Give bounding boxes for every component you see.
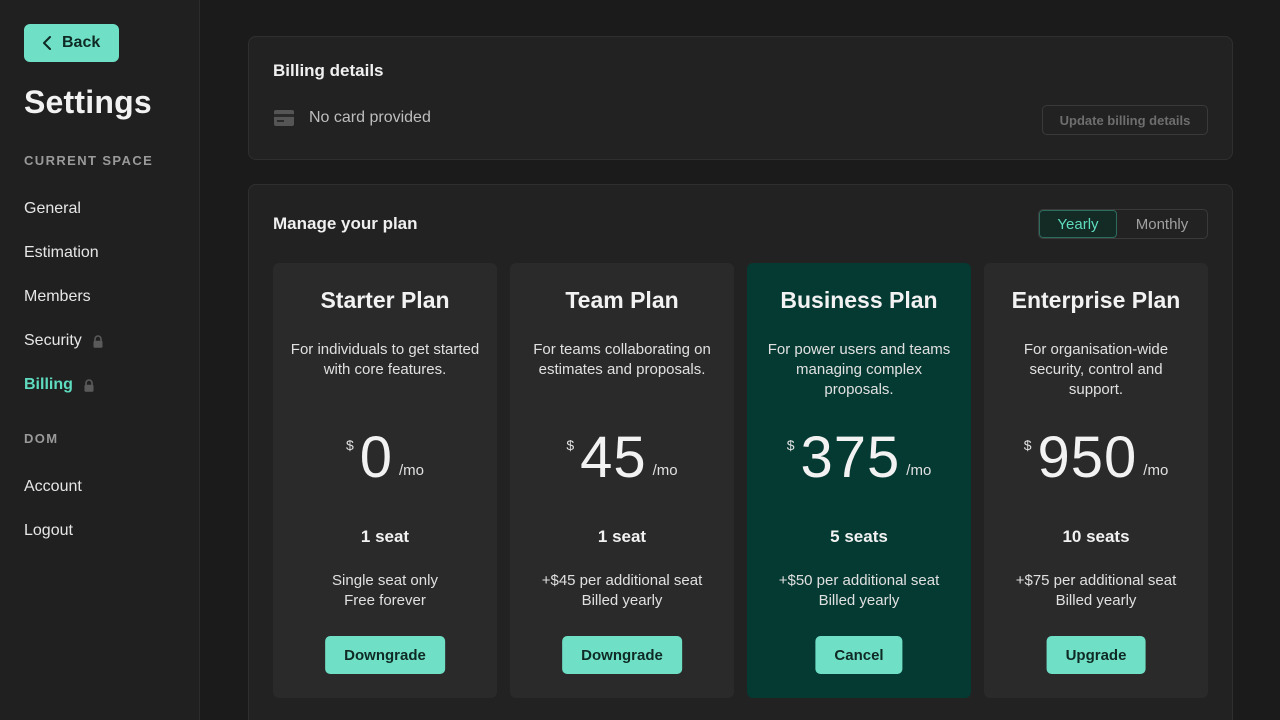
plan-seats: 5 seats (830, 527, 888, 546)
monthly-toggle[interactable]: Monthly (1117, 210, 1207, 238)
plan-description: For individuals to get started with core… (290, 341, 480, 378)
plan-note-line: Single seat only (332, 572, 438, 589)
plan-list: Starter Plan For individuals to get star… (273, 263, 1208, 698)
billing-details-card: Billing details No card provided Update … (248, 36, 1233, 160)
plan-note: +$50 per additional seat Billed yearly (747, 571, 971, 611)
credit-card-icon (274, 110, 294, 126)
sidebar-item-general[interactable]: General (24, 187, 199, 231)
manage-plan-card: Manage your plan Yearly Monthly Starter … (248, 184, 1233, 720)
price-currency: $ (345, 437, 354, 453)
sidebar-item-label: Logout (24, 522, 73, 539)
sidebar-nav: General Estimation Members Security Bill… (24, 187, 199, 407)
plan-description: For teams collaborating on estimates and… (533, 341, 711, 378)
sidebar-item-label: Estimation (24, 244, 99, 261)
update-billing-button[interactable]: Update billing details (1042, 105, 1208, 135)
plan-note-line: Free forever (344, 592, 426, 609)
lock-icon (84, 378, 94, 392)
plan-name: Starter Plan (320, 287, 450, 313)
plan-name: Business Plan (780, 287, 938, 313)
price-amount: 375 (800, 425, 901, 490)
plan-note-line: Billed yearly (581, 592, 663, 609)
billing-title: Billing details (273, 61, 384, 80)
sidebar-item-security[interactable]: Security (24, 319, 199, 363)
plan-description: For power users and teams managing compl… (767, 341, 951, 398)
sidebar-item-label: Account (24, 478, 82, 495)
downgrade-button[interactable]: Downgrade (562, 636, 682, 674)
upgrade-button[interactable]: Upgrade (1046, 636, 1146, 674)
sidebar-item-label: General (24, 200, 81, 217)
sidebar-item-estimation[interactable]: Estimation (24, 231, 199, 275)
plan-note-line: +$50 per additional seat (778, 572, 940, 589)
page-title: Settings (24, 84, 152, 120)
plan-price: $ 45 /mo (510, 425, 734, 491)
sidebar-item-account[interactable]: Account (24, 465, 199, 509)
plan-note-line: Billed yearly (1055, 592, 1137, 609)
sidebar: Back Settings CURRENT SPACE General Esti… (0, 0, 200, 720)
plan-title: Manage your plan (273, 214, 418, 233)
plan-price: $ 950 /mo (984, 425, 1208, 491)
price-currency: $ (786, 437, 795, 453)
main-content: Billing details No card provided Update … (200, 0, 1280, 720)
price-period: /mo (399, 462, 425, 479)
card-status: No card provided (309, 109, 431, 126)
price-amount: 950 (1037, 425, 1138, 490)
plan-name: Enterprise Plan (1011, 287, 1181, 313)
plan-note: +$45 per additional seat Billed yearly (510, 571, 734, 611)
plan-starter: Starter Plan For individuals to get star… (273, 263, 497, 698)
plan-name: Team Plan (565, 287, 679, 313)
section-user: DOM (24, 431, 59, 446)
plan-note: +$75 per additional seat Billed yearly (984, 571, 1208, 611)
price-amount: 45 (580, 425, 647, 490)
cancel-button[interactable]: Cancel (815, 636, 903, 674)
sidebar-item-label: Security (24, 332, 82, 349)
price-currency: $ (566, 437, 575, 453)
section-current-space: CURRENT SPACE (24, 153, 154, 168)
back-button[interactable]: Back (24, 24, 119, 62)
plan-note-line: Billed yearly (818, 592, 900, 609)
plan-enterprise: Enterprise Plan For organisation-wide se… (984, 263, 1208, 698)
price-currency: $ (1023, 437, 1032, 453)
plan-note: Single seat only Free forever (273, 571, 497, 611)
plan-header: Manage your plan Yearly Monthly (273, 209, 1208, 239)
sidebar-item-logout[interactable]: Logout (24, 509, 199, 553)
plan-business-current: Business Plan For power users and teams … (747, 263, 971, 698)
price-period: /mo (652, 462, 678, 479)
sidebar-item-label: Members (24, 288, 91, 305)
plan-team: Team Plan For teams collaborating on est… (510, 263, 734, 698)
plan-price: $ 0 /mo (273, 425, 497, 491)
plan-seats: 10 seats (1062, 527, 1130, 546)
downgrade-button[interactable]: Downgrade (325, 636, 445, 674)
price-amount: 0 (359, 425, 394, 490)
plan-price: $ 375 /mo (747, 425, 971, 491)
billing-period-toggle: Yearly Monthly (1038, 209, 1208, 239)
sidebar-item-billing[interactable]: Billing (24, 363, 199, 407)
sidebar-item-members[interactable]: Members (24, 275, 199, 319)
price-period: /mo (1143, 462, 1169, 479)
plan-seats: 1 seat (597, 527, 647, 546)
plan-note-line: +$45 per additional seat (541, 572, 703, 589)
app: Back Settings CURRENT SPACE General Esti… (0, 0, 1280, 720)
price-period: /mo (906, 462, 932, 479)
back-label: Back (62, 34, 101, 51)
plan-description: For organisation-wide security, control … (1023, 341, 1169, 398)
lock-icon (93, 334, 103, 348)
sidebar-item-label: Billing (24, 376, 73, 393)
yearly-toggle[interactable]: Yearly (1039, 210, 1117, 238)
chevron-left-icon (43, 36, 51, 50)
plan-note-line: +$75 per additional seat (1015, 572, 1177, 589)
user-nav: Account Logout (24, 465, 199, 553)
plan-seats: 1 seat (360, 527, 410, 546)
